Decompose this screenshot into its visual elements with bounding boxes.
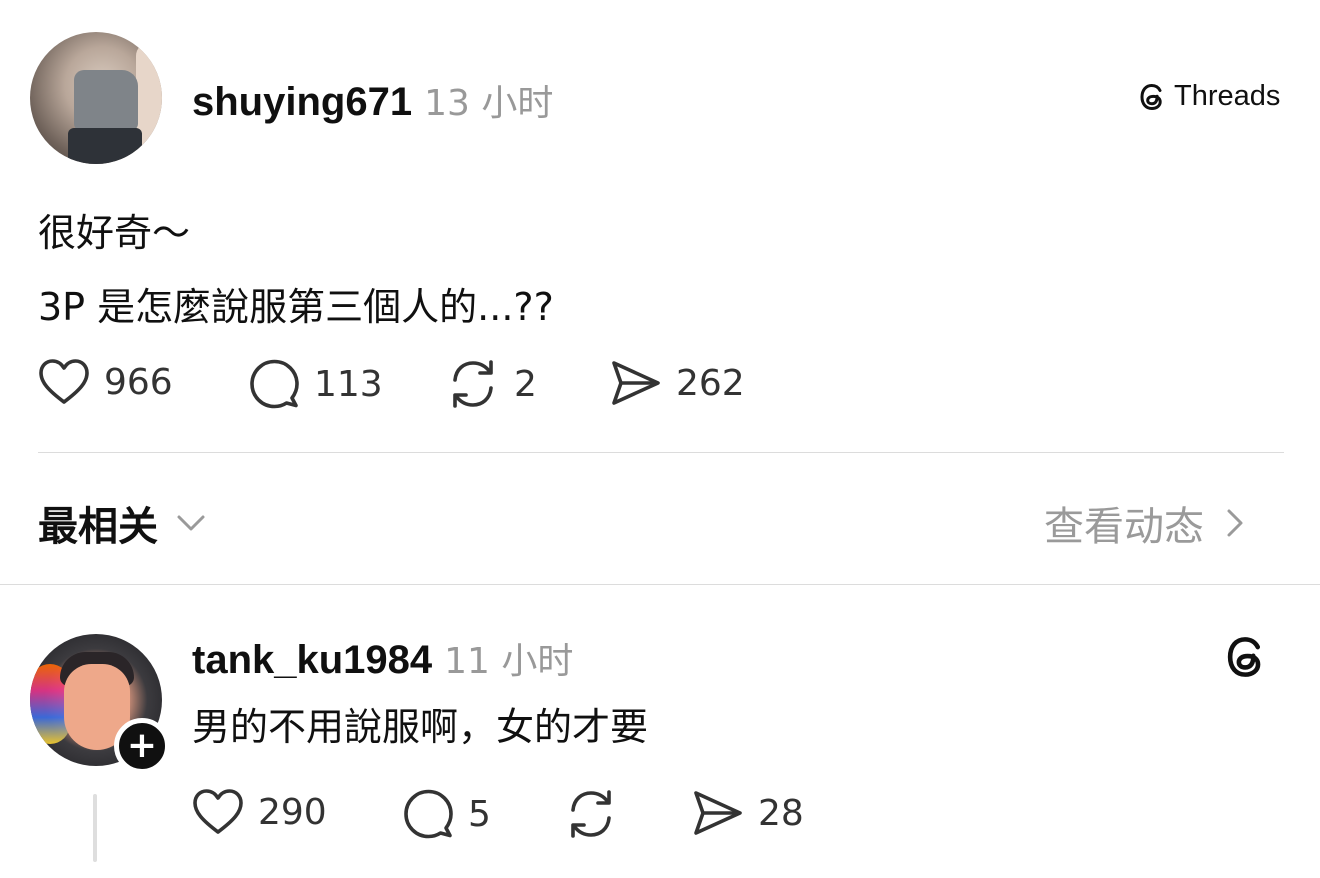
reply-timestamp: 11 小时: [444, 641, 574, 682]
post-text-line: 3P 是怎麼說服第三個人的...??: [38, 285, 554, 329]
chevron-right-icon: [1227, 509, 1243, 537]
reply-share-button[interactable]: 28: [690, 788, 804, 838]
repost-button[interactable]: 2: [446, 358, 537, 410]
threads-badge-label: Threads: [1174, 80, 1281, 112]
post-header: shuying671 13 小时: [192, 74, 553, 126]
share-icon: [612, 361, 660, 405]
divider: [38, 452, 1284, 453]
view-activity-link[interactable]: 查看动态: [1044, 494, 1244, 552]
chevron-down-icon: [177, 515, 205, 531]
threads-logo-icon: [1140, 83, 1162, 110]
repost-icon: [571, 790, 611, 838]
share-button[interactable]: 262: [608, 358, 745, 408]
comment-button[interactable]: 113: [248, 358, 383, 410]
plus-icon: +: [126, 725, 158, 766]
post-author-avatar[interactable]: [30, 32, 162, 164]
reply-username[interactable]: tank_ku1984: [192, 638, 432, 683]
threads-logo-button[interactable]: [1224, 632, 1270, 686]
sort-label: 最相关: [38, 504, 158, 550]
share-icon: [694, 791, 742, 835]
reply-repost-button[interactable]: [564, 788, 618, 840]
reply-comment-count: 5: [468, 793, 491, 835]
repost-icon: [453, 360, 493, 408]
reply-share-count: 28: [758, 792, 804, 834]
threads-logo-icon: [1227, 637, 1261, 677]
heart-icon: [193, 789, 243, 834]
divider: [0, 584, 1320, 585]
post-username[interactable]: shuying671: [192, 80, 412, 125]
like-count: 966: [104, 361, 173, 403]
reply-comment-button[interactable]: 5: [402, 788, 491, 840]
reply-body: 男的不用說服啊，女的才要: [192, 705, 649, 749]
comment-icon: [404, 789, 453, 839]
share-count: 262: [676, 362, 745, 404]
repost-count: 2: [514, 363, 537, 405]
post-body: 很好奇～ 3P 是怎麼說服第三個人的...??: [38, 196, 554, 344]
post-text-line: 很好奇～: [38, 211, 191, 255]
comment-count: 113: [314, 363, 383, 405]
post-timestamp: 13 小时: [424, 83, 554, 124]
follow-button[interactable]: +: [114, 718, 170, 774]
reply-header: tank_ku1984 11 小时: [192, 632, 573, 684]
comment-icon: [250, 359, 299, 409]
reply-like-button[interactable]: 290: [192, 788, 327, 836]
reply-like-count: 290: [258, 791, 327, 833]
heart-icon: [39, 359, 89, 404]
sort-dropdown[interactable]: 最相关: [38, 494, 206, 552]
activity-label: 查看动态: [1044, 504, 1204, 550]
thread-line: [93, 794, 97, 862]
like-button[interactable]: 966: [38, 358, 173, 406]
threads-badge[interactable]: Threads: [1138, 80, 1280, 113]
